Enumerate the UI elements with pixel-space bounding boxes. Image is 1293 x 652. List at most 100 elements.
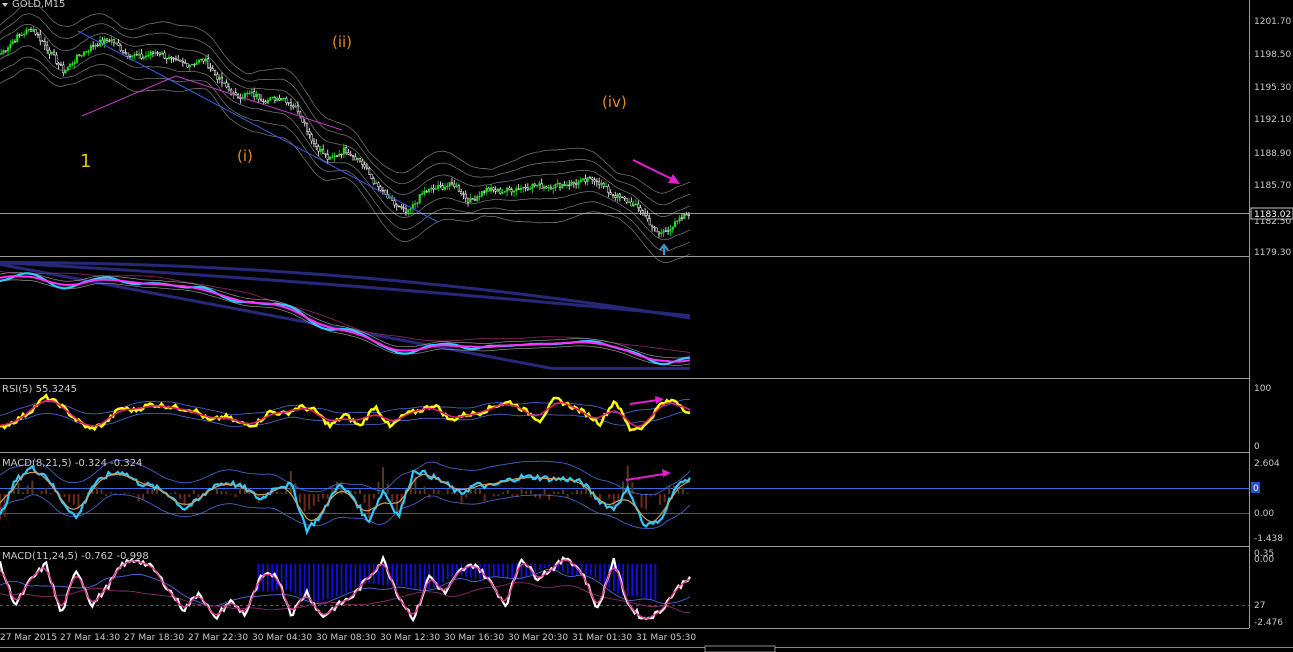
- candle-body: [128, 55, 132, 58]
- candle-body: [326, 154, 329, 160]
- time-tick: 30 Mar 20:30: [508, 633, 568, 643]
- trend-line: [77, 30, 439, 223]
- candle-body: [303, 121, 306, 124]
- candle-body: [140, 53, 143, 59]
- ma-band: [0, 279, 691, 366]
- candle-body: [121, 50, 125, 53]
- envelope-band: [0, 2, 691, 194]
- candle-body: [517, 188, 520, 190]
- candle-body: [572, 181, 575, 184]
- candle-body: [248, 92, 251, 95]
- candle-body: [354, 156, 357, 161]
- candle-body: [462, 193, 465, 195]
- candle-body: [439, 185, 442, 187]
- candle-body: [581, 178, 585, 181]
- candle-body: [184, 62, 187, 64]
- candle-body: [188, 64, 191, 68]
- candle-body: [563, 184, 566, 186]
- candle-body: [174, 58, 178, 60]
- candle-body: [404, 208, 408, 213]
- macd2-pane[interactable]: [0, 554, 1249, 623]
- candle-body: [499, 188, 502, 194]
- candle-body: [294, 105, 297, 108]
- candle-body: [13, 41, 17, 43]
- chart-title[interactable]: GOLD,M15: [2, 0, 65, 10]
- price-tick: 1198.50: [1254, 50, 1291, 60]
- candle-body: [158, 52, 161, 55]
- candle-body: [430, 187, 433, 190]
- annotation-arrow: [629, 399, 659, 405]
- time-tick: 30 Mar 08:30: [316, 633, 376, 643]
- candle-body: [36, 33, 40, 36]
- dropdown-arrow-icon[interactable]: [2, 3, 8, 7]
- candle-body: [611, 194, 615, 196]
- price-tick: 1192.10: [1254, 115, 1291, 125]
- candle-body: [220, 76, 224, 84]
- candle-body: [547, 186, 550, 189]
- candle-body: [368, 168, 371, 175]
- bottom-tabs[interactable]: [0, 645, 1293, 652]
- macd-pane[interactable]: [0, 460, 1249, 536]
- candle-body: [204, 58, 207, 62]
- price-pane[interactable]: [0, 2, 1249, 263]
- rsi-pane[interactable]: [0, 393, 691, 432]
- moving-average-pane[interactable]: [0, 261, 691, 370]
- trading-chart[interactable]: GOLD,M15 RSI(5) 55.3245 MACD(8,21,5) -0.…: [0, 0, 1293, 652]
- candle-body: [55, 54, 58, 64]
- time-tick: 30 Mar 16:30: [444, 633, 504, 643]
- candle-body: [565, 184, 569, 187]
- candle-body: [9, 43, 12, 49]
- candle-body: [282, 97, 286, 100]
- candle-body: [144, 55, 148, 58]
- candle-body: [503, 191, 506, 193]
- candle-body: [637, 203, 640, 208]
- candle-body: [561, 184, 564, 189]
- candle-body: [269, 97, 272, 101]
- buy-arrow-icon: [659, 243, 669, 255]
- candle-body: [195, 62, 198, 65]
- candle-body: [655, 227, 658, 233]
- candle-body: [85, 51, 88, 53]
- candle-body: [271, 96, 274, 99]
- candle-body: [62, 64, 65, 74]
- candle-body: [685, 214, 688, 216]
- candle-body: [338, 153, 341, 157]
- candle-body: [400, 206, 403, 208]
- price-tick: 1188.90: [1254, 149, 1291, 159]
- candle-body: [29, 29, 33, 32]
- chart-tab[interactable]: [704, 645, 776, 652]
- candle-body: [508, 187, 511, 190]
- candle-body: [678, 217, 681, 222]
- candle-body: [92, 45, 95, 47]
- candle-body: [315, 143, 318, 147]
- candle-body: [568, 184, 571, 187]
- candle-body: [618, 193, 621, 198]
- candle-body: [289, 102, 293, 106]
- candle-body: [545, 186, 548, 189]
- candle-body: [46, 44, 49, 51]
- envelope-band: [0, 24, 691, 217]
- candle-body: [39, 34, 42, 42]
- candle-body: [264, 101, 267, 104]
- candle-body: [584, 178, 587, 182]
- candle-body: [296, 105, 299, 113]
- candle-body: [365, 166, 368, 169]
- candle-body: [34, 29, 37, 35]
- candle-body: [443, 186, 447, 190]
- rsi-title: RSI(5) 55.3245: [2, 384, 77, 395]
- candle-body: [556, 182, 559, 185]
- indicator-axes: 100 0 2.604 0 0.00 -1.438 0.35 0.00 27 -…: [1251, 384, 1283, 628]
- candle-body: [653, 226, 656, 229]
- candle-body: [108, 40, 111, 42]
- candle-body: [172, 57, 175, 60]
- candle-body: [379, 186, 382, 191]
- candle-body: [393, 200, 396, 206]
- candle-body: [381, 190, 385, 192]
- candle-body: [209, 67, 212, 69]
- candle-body: [358, 158, 362, 162]
- candle-body: [448, 182, 451, 187]
- candle-body: [480, 191, 483, 197]
- candle-body: [211, 68, 214, 71]
- time-tick: 31 Mar 05:30: [636, 633, 696, 643]
- time-axis: 27 Mar 2015 27 Mar 14:30 27 Mar 18:30 27…: [0, 633, 696, 643]
